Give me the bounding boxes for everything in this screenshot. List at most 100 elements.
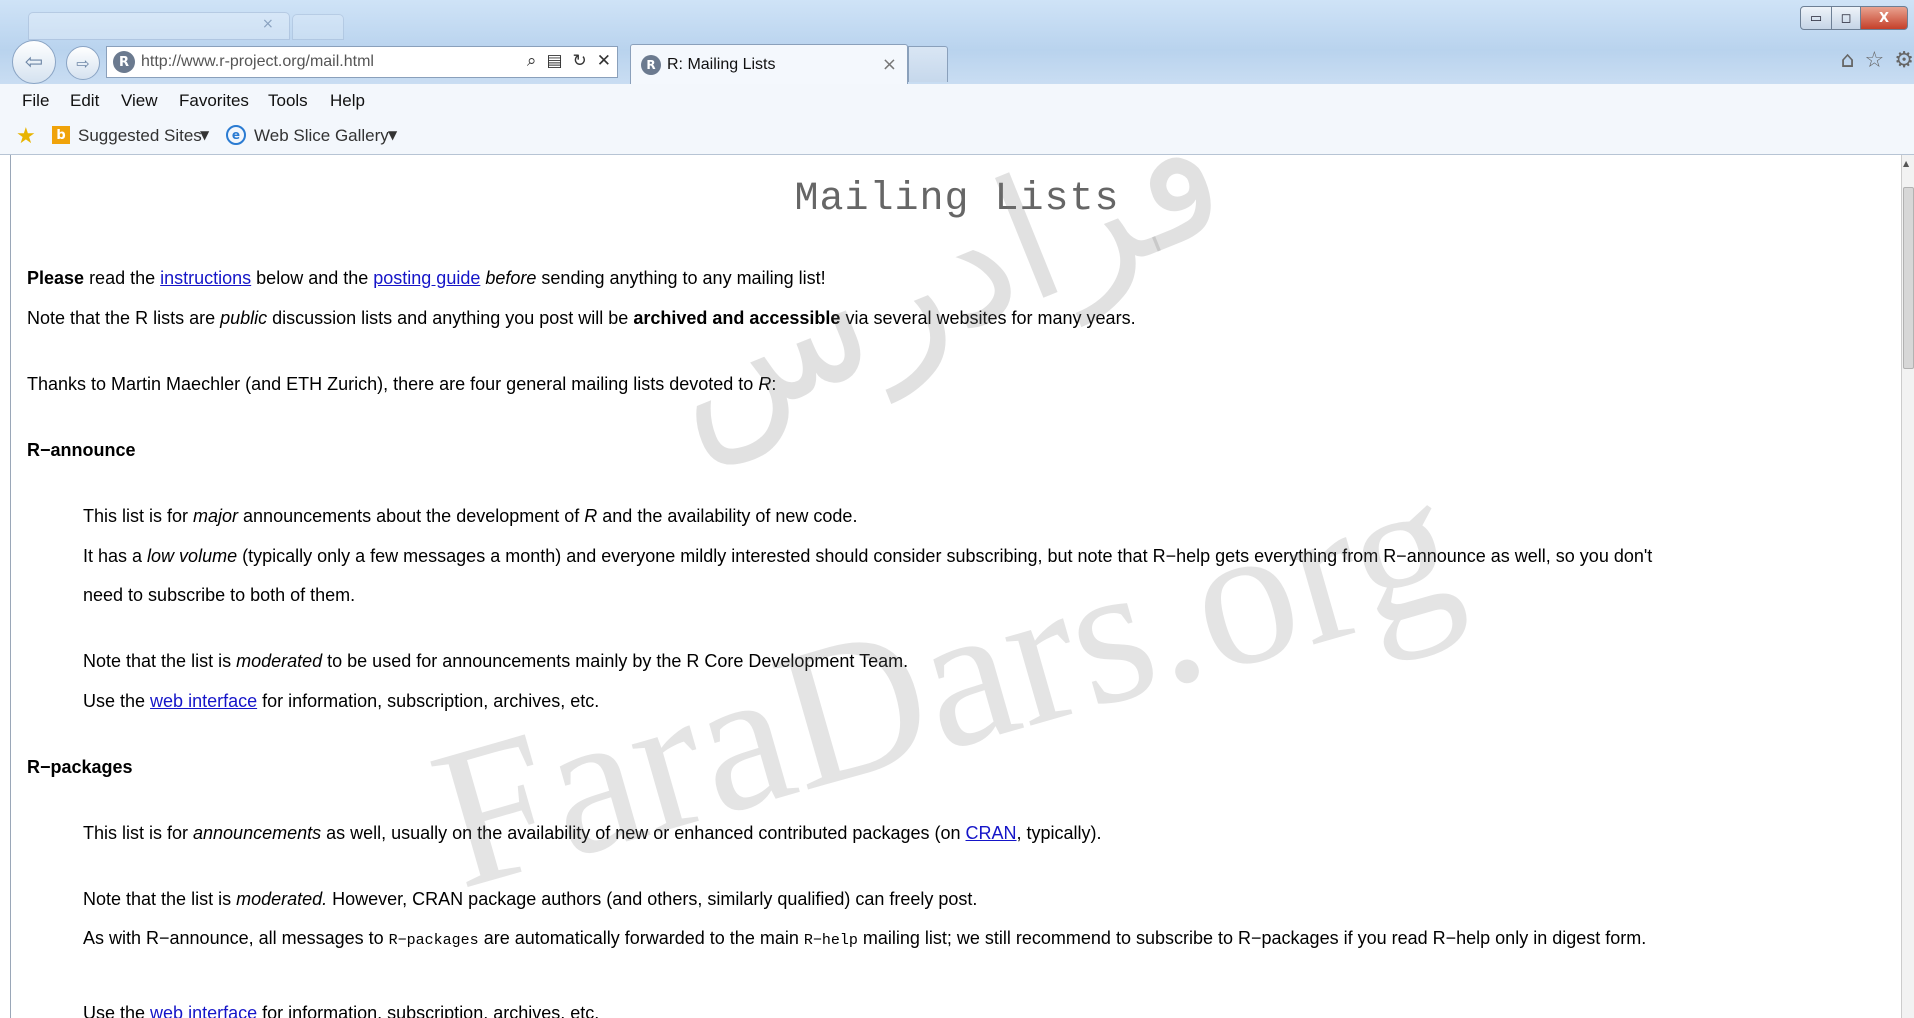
- arrow-left-icon: ⇦: [24, 49, 44, 75]
- r-announce-para-4: Use the web interface for information, s…: [83, 691, 599, 712]
- before-emphasis: before: [485, 268, 537, 288]
- r-announce-para-2-cont: need to subscribe to both of them.: [83, 585, 356, 605]
- text: , typically).: [1016, 823, 1102, 843]
- text: However, CRAN package authors (and other…: [327, 889, 978, 909]
- text: read the: [84, 268, 161, 288]
- text: As with R−announce, all messages to: [83, 928, 389, 948]
- address-bar[interactable]: R http://www.r-project.org/mail.html ⌕ ▤…: [106, 46, 618, 78]
- public-emphasis: public: [220, 308, 268, 328]
- text: below and the: [251, 268, 374, 288]
- tab-close-icon[interactable]: ×: [882, 54, 897, 75]
- intro-line-2: Note that the R lists are public discuss…: [27, 308, 1136, 329]
- text: for information, subscription, archives,…: [257, 1003, 600, 1018]
- please-bold: Please: [27, 268, 85, 288]
- page-viewport: Mailing Lists Please read the instructio…: [10, 155, 1903, 1018]
- announcements-emphasis: announcements: [193, 823, 322, 843]
- text: Use the: [83, 1003, 151, 1018]
- vertical-scrollbar[interactable]: ▲: [1901, 155, 1914, 1018]
- text: Note that the list is: [83, 651, 237, 671]
- forward-button[interactable]: ⇨: [66, 46, 100, 80]
- text: mailing list; we still recommend to subs…: [857, 928, 1647, 948]
- tab-active[interactable]: R R: Mailing Lists ×: [630, 44, 908, 84]
- text: for information, subscription, archives,…: [257, 691, 600, 711]
- r-packages-code: R−packages: [388, 932, 479, 949]
- search-icon[interactable]: ⌕: [527, 51, 537, 71]
- web-slice-gallery-link[interactable]: Web Slice Gallery: [254, 126, 389, 146]
- text: as well, usually on the availability of …: [321, 823, 966, 843]
- menu-edit[interactable]: Edit: [70, 91, 99, 111]
- text: via several websites for many years.: [840, 308, 1136, 328]
- text: Note that the list is: [83, 889, 237, 909]
- r-emphasis: R: [758, 374, 772, 394]
- ie-icon: e: [226, 125, 246, 145]
- background-tab-2[interactable]: [292, 14, 344, 40]
- minimize-button[interactable]: ▭: [1800, 6, 1832, 30]
- new-tab-button[interactable]: [908, 46, 948, 82]
- text: announcements about the development of: [238, 506, 585, 526]
- compat-view-icon[interactable]: ▤: [546, 51, 562, 71]
- web-interface-link[interactable]: web interface: [150, 1003, 257, 1018]
- close-button[interactable]: X: [1861, 6, 1908, 30]
- arrow-right-icon: ⇨: [76, 53, 90, 73]
- text: This list is for: [83, 506, 194, 526]
- archived-bold: archived and accessible: [633, 308, 841, 328]
- suggested-sites-link[interactable]: Suggested Sites: [78, 126, 202, 146]
- low-volume-emphasis: low volume: [147, 546, 238, 566]
- stop-icon[interactable]: ✕: [597, 51, 611, 71]
- scroll-thumb[interactable]: [1903, 187, 1914, 369]
- maximize-button[interactable]: ◻: [1832, 6, 1861, 30]
- refresh-icon[interactable]: ↻: [573, 51, 587, 71]
- menu-view[interactable]: View: [121, 91, 158, 111]
- intro-line-3: Thanks to Martin Maechler (and ETH Zuric…: [27, 374, 776, 395]
- text: Thanks to Martin Maechler (and ETH Zuric…: [27, 374, 759, 394]
- moderated-emphasis: moderated.: [236, 889, 328, 909]
- background-tab-close-icon[interactable]: ×: [262, 16, 274, 32]
- menu-file[interactable]: File: [22, 91, 49, 111]
- address-tools: ⌕ ▤ ↻ ✕: [527, 51, 611, 71]
- chevron-down-icon[interactable]: ▼: [200, 128, 209, 142]
- favorites-star-icon[interactable]: ☆: [1865, 48, 1885, 73]
- page-title: Mailing Lists: [794, 177, 1120, 222]
- moderated-emphasis: moderated: [236, 651, 323, 671]
- favorites-add-icon[interactable]: ★: [16, 124, 36, 149]
- text: Use the: [83, 691, 151, 711]
- r-announce-para-1: This list is for major announcements abo…: [83, 506, 857, 527]
- text: This list is for: [83, 823, 194, 843]
- r-emphasis: R: [584, 506, 598, 526]
- bing-icon: b: [52, 126, 70, 144]
- scroll-up-icon[interactable]: ▲: [1903, 159, 1909, 168]
- text: are automatically forwarded to the main: [478, 928, 804, 948]
- menu-favorites[interactable]: Favorites: [179, 91, 249, 111]
- r-packages-heading: R−packages: [27, 757, 133, 777]
- instructions-link[interactable]: instructions: [160, 268, 251, 288]
- background-tab[interactable]: [28, 12, 290, 40]
- text: :: [771, 374, 777, 394]
- text: to be used for announcements mainly by t…: [322, 651, 909, 671]
- text: Note that the R lists are: [27, 308, 221, 328]
- chevron-down-icon[interactable]: ▼: [388, 128, 397, 142]
- menu-bar: File Edit View Favorites Tools Help: [0, 84, 1914, 118]
- favorites-bar: ★ b Suggested Sites ▼ e Web Slice Galler…: [0, 118, 1914, 155]
- text: sending anything to any mailing list!: [536, 268, 826, 288]
- r-help-code: R−help: [803, 932, 858, 949]
- address-url[interactable]: http://www.r-project.org/mail.html: [141, 53, 374, 71]
- intro-line-1: Please read the instructions below and t…: [27, 268, 826, 289]
- menu-help[interactable]: Help: [330, 91, 365, 111]
- r-announce-heading: R−announce: [27, 440, 136, 460]
- r-announce-para-3: Note that the list is moderated to be us…: [83, 651, 908, 672]
- posting-guide-link[interactable]: posting guide: [373, 268, 480, 288]
- menu-tools[interactable]: Tools: [268, 91, 308, 111]
- home-icon[interactable]: ⌂: [1841, 48, 1855, 73]
- toolbar-right-icons: ⌂ ☆ ⚙: [1841, 48, 1914, 73]
- text: discussion lists and anything you post w…: [267, 308, 634, 328]
- back-button[interactable]: ⇦: [12, 40, 56, 84]
- r-tab-icon: R: [641, 54, 661, 75]
- window-controls: ▭ ◻ X: [1800, 6, 1908, 30]
- web-interface-link[interactable]: web interface: [150, 691, 257, 711]
- cran-link[interactable]: CRAN: [966, 823, 1017, 843]
- gear-icon[interactable]: ⚙: [1894, 48, 1914, 73]
- text: (typically only a few messages a month) …: [237, 546, 1653, 566]
- r-site-icon: R: [113, 51, 135, 73]
- r-announce-para-2: It has a low volume (typically only a fe…: [83, 546, 1652, 567]
- r-packages-para-1: This list is for announcements as well, …: [83, 823, 1102, 844]
